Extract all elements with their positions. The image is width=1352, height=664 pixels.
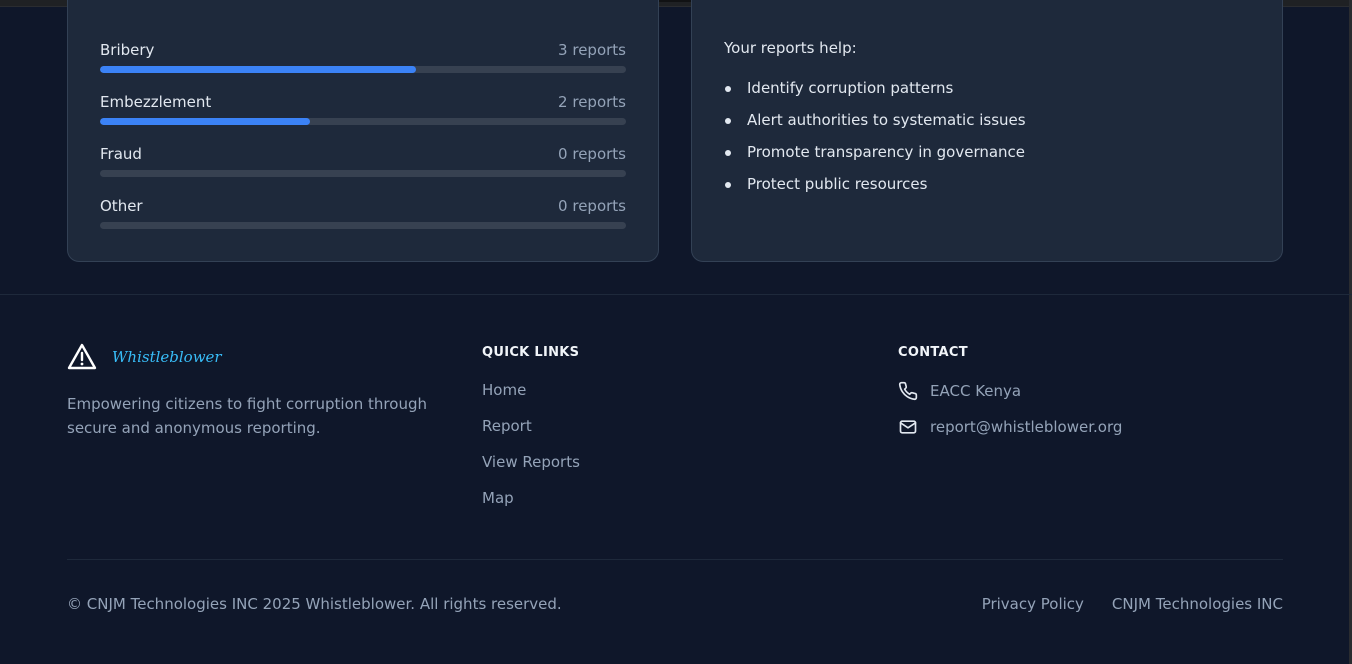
- footer-link-map[interactable]: Map: [482, 489, 580, 525]
- footer-link-home[interactable]: Home: [482, 381, 580, 417]
- category-progress-track: [100, 118, 626, 125]
- category-count: 0 reports: [558, 197, 626, 215]
- contact-phone-text: EACC Kenya: [930, 382, 1022, 400]
- footer-tagline: Empowering citizens to fight corruption …: [67, 395, 427, 437]
- contact-email-text[interactable]: report@whistleblower.org: [930, 418, 1122, 436]
- category-count: 2 reports: [558, 93, 626, 111]
- category-progress-track: [100, 66, 626, 73]
- quick-links-heading: QUICK LINKS: [482, 345, 580, 360]
- impact-list-item: Alert authorities to systematic issues: [724, 111, 1026, 143]
- category-name: Embezzlement: [100, 93, 212, 111]
- impact-list-item: Protect public resources: [724, 175, 1026, 207]
- impact-list: Identify corruption patterns Alert autho…: [724, 79, 1026, 207]
- legal-links: Privacy Policy CNJM Technologies INC: [954, 595, 1283, 613]
- impact-list-item: Promote transparency in governance: [724, 143, 1026, 175]
- footer-brand: Whistleblower: [67, 343, 222, 371]
- mail-icon: [899, 420, 917, 434]
- brand-name: Whistleblower: [112, 348, 222, 366]
- category-name: Other: [100, 197, 143, 215]
- impact-card: Your reports help: Identify corruption p…: [691, 0, 1283, 262]
- category-name: Bribery: [100, 41, 155, 59]
- contact-phone: EACC Kenya: [898, 381, 1021, 401]
- category-count: 0 reports: [558, 145, 626, 163]
- footer-bottom-divider: [67, 559, 1283, 560]
- privacy-policy-link[interactable]: Privacy Policy: [982, 595, 1084, 613]
- category-name: Fraud: [100, 145, 142, 163]
- footer-link-view-reports[interactable]: View Reports: [482, 453, 580, 489]
- category-progress-fill: [100, 118, 311, 125]
- impact-intro: Your reports help:: [724, 39, 857, 57]
- footer-top-divider: [0, 294, 1352, 295]
- contact-heading: CONTACT: [898, 345, 968, 360]
- category-progress-track: [100, 170, 626, 177]
- phone-icon: [898, 381, 918, 401]
- category-progress-fill: [100, 66, 416, 73]
- category-progress-track: [100, 222, 626, 229]
- category-stats-card: Bribery 3 reports Embezzlement 2 reports…: [67, 0, 659, 262]
- company-link[interactable]: CNJM Technologies INC: [1112, 595, 1283, 613]
- quick-links-list: Home Report View Reports Map: [482, 381, 580, 525]
- category-count: 3 reports: [558, 41, 626, 59]
- footer-link-report[interactable]: Report: [482, 417, 580, 453]
- copyright-text: © CNJM Technologies INC 2025 Whistleblow…: [67, 595, 562, 613]
- impact-list-item: Identify corruption patterns: [724, 79, 1026, 111]
- warning-triangle-icon: [67, 343, 97, 370]
- contact-email: report@whistleblower.org: [898, 417, 1122, 437]
